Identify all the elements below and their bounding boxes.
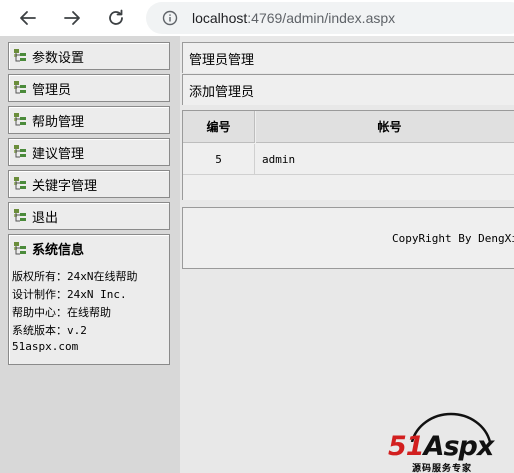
system-info-panel: 系统信息 版权所有：24xN在线帮助 设计制作：24xN Inc. 帮助中心：在… [8, 234, 170, 365]
browser-toolbar: localhost:4769/admin/index.aspx [0, 0, 514, 36]
footer-copyright: CopyRight By DengXi 2 [392, 232, 514, 245]
system-info-title: 系统信息 [32, 242, 85, 257]
row-divider [183, 174, 514, 175]
watermark-logo: 51Aspx 源码服务专家 [388, 402, 514, 473]
help-center-line: 帮助中心：在线帮助 [12, 306, 111, 319]
sidebar-item-logout[interactable]: 退出 [8, 202, 170, 230]
tree-node-icon [14, 209, 26, 222]
info-icon[interactable] [162, 10, 178, 26]
watermark-brand-red: 51 [388, 431, 425, 462]
cell-id: 5 [183, 144, 255, 174]
watermark-subtitle: 源码服务专家 [412, 463, 473, 473]
sidebar-item-admins[interactable]: 管理员 [8, 74, 170, 102]
admin-table: 编号 帐号 5 admin [182, 110, 514, 200]
tree-node-icon [14, 177, 26, 190]
sidebar-item-help[interactable]: 帮助管理 [8, 106, 170, 134]
designer-line: 设计制作：24xN Inc. [12, 288, 127, 301]
sidebar-item-label: 退出 [32, 209, 59, 225]
sidebar-item-label: 参数设置 [32, 49, 85, 65]
version-line: 系统版本：v.2 [12, 324, 87, 337]
site-line: 51aspx.com [12, 340, 79, 353]
back-arrow-icon [20, 11, 36, 25]
reload-icon [109, 9, 123, 25]
sidebar-item-settings[interactable]: 参数设置 [8, 42, 170, 70]
column-header-account: 帐号 [256, 111, 514, 143]
section-title: 管理员管理 [182, 42, 514, 73]
watermark-brand-black: Aspx [423, 431, 495, 462]
address-bar[interactable]: localhost:4769/admin/index.aspx [146, 2, 514, 34]
back-button[interactable] [16, 6, 40, 30]
system-info-header: 系统信息 [13, 239, 84, 258]
tree-node-icon [14, 81, 26, 94]
sidebar-item-suggestions[interactable]: 建议管理 [8, 138, 170, 166]
forward-button[interactable] [60, 6, 84, 30]
admin-page: 参数设置 管理员 帮助管理 建议管理 关键字管理 退出 系统信息 版权所有：24… [0, 36, 514, 473]
sidebar-item-label: 管理员 [32, 81, 72, 97]
reload-button[interactable] [104, 6, 128, 30]
watermark-brand: 51Aspx [388, 431, 495, 462]
footer-panel: CopyRight By DengXi 2 [182, 207, 514, 269]
url-path: :4769/admin/index.aspx [247, 10, 396, 26]
copyright-line: 版权所有：24xN在线帮助 [12, 270, 138, 283]
sidebar: 参数设置 管理员 帮助管理 建议管理 关键字管理 退出 系统信息 版权所有：24… [0, 36, 180, 473]
forward-arrow-icon [64, 11, 80, 25]
sidebar-item-label: 关键字管理 [32, 177, 98, 193]
tree-node-icon [14, 145, 26, 158]
url-host: localhost [192, 10, 248, 26]
cell-account[interactable]: admin [262, 144, 295, 174]
add-admin-link[interactable]: 添加管理员 [182, 74, 514, 105]
sidebar-item-label: 帮助管理 [32, 113, 85, 129]
sidebar-item-label: 建议管理 [32, 145, 85, 161]
tree-node-icon [14, 49, 26, 62]
tree-node-icon [14, 241, 26, 254]
url-text: localhost:4769/admin/index.aspx [192, 10, 395, 26]
tree-node-icon [14, 113, 26, 126]
sidebar-item-keywords[interactable]: 关键字管理 [8, 170, 170, 198]
column-header-id: 编号 [183, 111, 255, 143]
